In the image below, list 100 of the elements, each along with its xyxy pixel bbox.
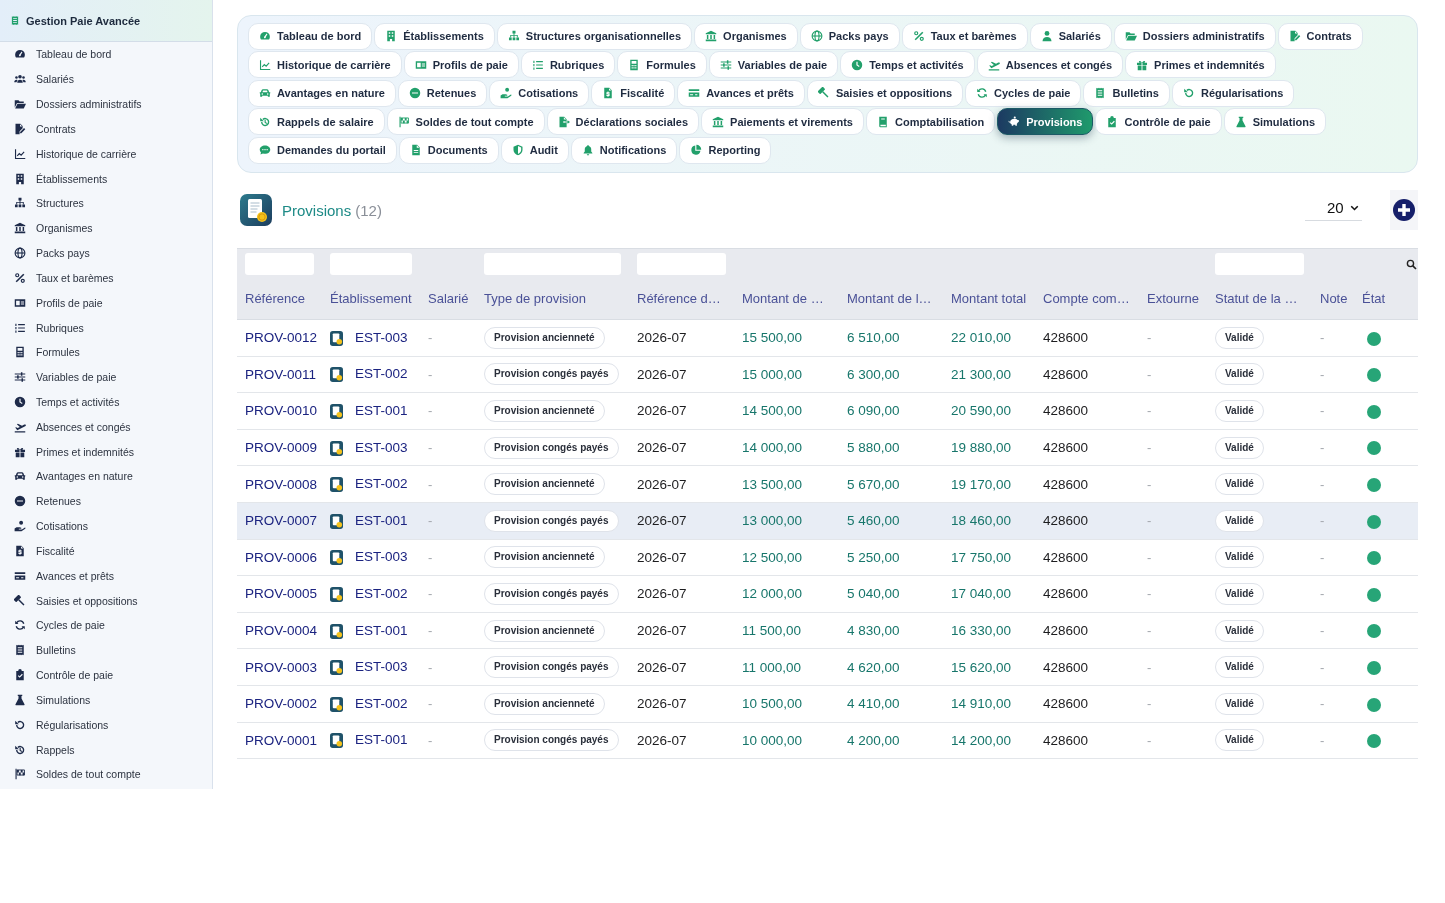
tab[interactable]: Variables de paie xyxy=(708,51,839,78)
establishment-link[interactable]: EST-002 xyxy=(355,366,408,382)
reference-link[interactable]: PROV-0001 xyxy=(245,732,318,748)
page-size-select[interactable]: 20 xyxy=(1305,195,1362,221)
tab[interactable]: Rappels de salaire xyxy=(248,108,385,135)
tab[interactable]: Établissements xyxy=(374,22,495,50)
tab[interactable]: Temps et activités xyxy=(840,51,975,78)
table-row[interactable]: PROV-0001 EST-001 - Provision congés payés 2026-07 10 000,00 4 200,00 14 200,00 428600 - Validé - xyxy=(237,722,1418,759)
tab[interactable]: Structures organisationnelles xyxy=(496,22,693,50)
tab[interactable]: Simulations xyxy=(1223,108,1326,135)
sidebar-item[interactable]: Cycles de paie xyxy=(0,613,212,638)
sidebar-item[interactable]: Temps et activités xyxy=(0,389,212,415)
sidebar-item[interactable]: Soldes de tout compte xyxy=(0,762,212,787)
reference-link[interactable]: PROV-0005 xyxy=(245,586,318,602)
tab[interactable]: Organismes xyxy=(694,22,798,50)
tab[interactable]: Formules xyxy=(617,51,707,78)
establishment-link[interactable]: EST-002 xyxy=(355,585,408,601)
sidebar-item[interactable]: Contrôle de paie xyxy=(0,662,212,688)
table-row[interactable]: PROV-0007 EST-001 - Provision congés payés 2026-07 13 000,00 5 460,00 18 460,00 428600 - Validé - xyxy=(237,502,1418,540)
reference-link[interactable]: PROV-0012 xyxy=(245,330,318,346)
tab[interactable]: Primes et indemnités xyxy=(1125,51,1276,78)
tab[interactable]: Provisions xyxy=(997,108,1094,135)
establishment-link[interactable]: EST-001 xyxy=(355,402,408,418)
reference-link[interactable]: PROV-0006 xyxy=(245,549,318,565)
add-button[interactable] xyxy=(1390,190,1418,230)
sidebar-item[interactable]: Formules xyxy=(0,339,212,365)
table-row[interactable]: PROV-0005 EST-002 - Provision congés payés 2026-07 12 000,00 5 040,00 17 040,00 428600 - Validé - xyxy=(237,575,1418,613)
sidebar-item[interactable]: Dossiers administratifs xyxy=(0,91,212,117)
reference-link[interactable]: PROV-0008 xyxy=(245,476,318,492)
table-row[interactable]: PROV-0003 EST-003 - Provision congés payés 2026-07 11 000,00 4 620,00 15 620,00 428600 - Validé - xyxy=(237,648,1418,686)
tab[interactable]: Avances et prêts xyxy=(677,79,805,107)
sidebar-item[interactable]: Simulations xyxy=(0,687,212,713)
reference-link[interactable]: PROV-0004 xyxy=(245,623,318,639)
sidebar-item[interactable]: Structures xyxy=(0,190,212,216)
sidebar-item[interactable]: Primes et indemnités xyxy=(0,439,212,465)
table-row[interactable]: PROV-0011 EST-002 - Provision congés payés 2026-07 15 000,00 6 300,00 21 300,00 428600 - Validé - xyxy=(237,356,1418,393)
tab[interactable]: Rubriques xyxy=(520,51,616,78)
sidebar-item[interactable]: Absences et congés xyxy=(0,414,212,440)
table-row[interactable]: PROV-0012 EST-003 - Provision ancienneté 2026-07 15 500,00 6 510,00 22 010,00 428600 - Validé - xyxy=(237,319,1418,357)
table-row[interactable]: PROV-0009 EST-003 - Provision congés payés 2026-07 14 000,00 5 880,00 19 880,00 428600 - Validé - xyxy=(237,429,1418,466)
sidebar-item[interactable]: Rubriques xyxy=(0,315,212,340)
sidebar-item[interactable]: Tableau de bord xyxy=(0,42,212,67)
tab[interactable]: Comptabilisation xyxy=(866,108,996,135)
tab[interactable]: Cotisations xyxy=(489,79,590,107)
tab[interactable]: Saisies et oppositions xyxy=(806,79,964,107)
table-row[interactable]: PROV-0002 EST-002 - Provision ancienneté 2026-07 10 500,00 4 410,00 14 910,00 428600 - Validé - xyxy=(237,685,1418,723)
sidebar-item[interactable]: Contrats xyxy=(0,116,212,142)
sidebar-item[interactable]: Rappels xyxy=(0,737,212,762)
tab[interactable]: Fiscalité xyxy=(591,79,676,107)
tab[interactable]: Documents xyxy=(398,136,499,164)
tab[interactable]: Contrats xyxy=(1277,22,1363,50)
establishment-link[interactable]: EST-003 xyxy=(355,439,408,455)
sidebar-item[interactable]: Salariés xyxy=(0,66,212,92)
tab[interactable]: Retenues xyxy=(397,79,488,107)
tab[interactable]: Taux et barèmes xyxy=(901,22,1028,50)
tab[interactable]: Cycles de paie xyxy=(965,79,1082,107)
reference-link[interactable]: PROV-0002 xyxy=(245,696,318,712)
tab[interactable]: Déclarations sociales xyxy=(546,108,700,135)
sidebar-item[interactable]: Établissements xyxy=(0,166,212,191)
tab[interactable]: Bulletins xyxy=(1083,79,1170,107)
tab[interactable]: Historique de carrière xyxy=(248,51,402,78)
sidebar-item[interactable]: Packs pays xyxy=(0,240,212,266)
establishment-link[interactable]: EST-003 xyxy=(355,659,408,675)
reference-link[interactable]: PROV-0011 xyxy=(245,366,317,382)
establishment-link[interactable]: EST-002 xyxy=(355,695,408,711)
sidebar-item[interactable]: Avances et prêts xyxy=(0,563,212,589)
table-row[interactable]: PROV-0006 EST-003 - Provision ancienneté 2026-07 12 500,00 5 250,00 17 750,00 428600 - Validé - xyxy=(237,539,1418,576)
tab[interactable]: Dossiers administratifs xyxy=(1113,22,1276,50)
sidebar-item[interactable]: Profils de paie xyxy=(0,290,212,316)
tab[interactable]: Notifications xyxy=(570,136,678,164)
tab[interactable]: Contrôle de paie xyxy=(1095,108,1222,135)
tab[interactable]: Tableau de bord xyxy=(248,22,373,50)
search-icon[interactable] xyxy=(1406,258,1417,270)
tab[interactable]: Reporting xyxy=(679,136,772,164)
tab[interactable]: Régularisations xyxy=(1171,79,1295,107)
sidebar-item[interactable]: Cotisations xyxy=(0,513,212,539)
tab[interactable]: Paiements et virements xyxy=(701,108,864,135)
tab[interactable]: Salariés xyxy=(1029,22,1112,50)
table-row[interactable]: PROV-0010 EST-001 - Provision ancienneté 2026-07 14 500,00 6 090,00 20 590,00 428600 - Validé - xyxy=(237,392,1418,430)
reference-link[interactable]: PROV-0003 xyxy=(245,659,318,675)
tab[interactable]: Soldes de tout compte xyxy=(386,108,545,135)
tab[interactable]: Demandes du portail xyxy=(248,136,397,164)
establishment-link[interactable]: EST-002 xyxy=(355,476,408,492)
establishment-link[interactable]: EST-003 xyxy=(355,549,408,565)
sidebar-item[interactable]: Organismes xyxy=(0,215,212,241)
tab[interactable]: Avantages en nature xyxy=(248,79,396,107)
establishment-link[interactable]: EST-001 xyxy=(355,732,408,748)
sidebar-item[interactable]: Variables de paie xyxy=(0,364,212,390)
sidebar-item[interactable]: Saisies et oppositions xyxy=(0,588,212,614)
tab[interactable]: Absences et congés xyxy=(976,51,1124,78)
sidebar-item[interactable]: Régularisations xyxy=(0,712,212,738)
reference-link[interactable]: PROV-0010 xyxy=(245,403,318,419)
tab[interactable]: Profils de paie xyxy=(403,51,519,78)
sidebar-item[interactable]: Fiscalité xyxy=(0,538,212,564)
sidebar-item[interactable]: Historique de carrière xyxy=(0,141,212,167)
sidebar-item[interactable]: Taux et barèmes xyxy=(0,265,212,291)
establishment-link[interactable]: EST-003 xyxy=(355,329,408,345)
sidebar-item[interactable]: Retenues xyxy=(0,488,212,514)
reference-link[interactable]: PROV-0009 xyxy=(245,440,318,456)
table-row[interactable]: PROV-0008 EST-002 - Provision ancienneté 2026-07 13 500,00 5 670,00 19 170,00 428600 - Validé - xyxy=(237,465,1418,503)
